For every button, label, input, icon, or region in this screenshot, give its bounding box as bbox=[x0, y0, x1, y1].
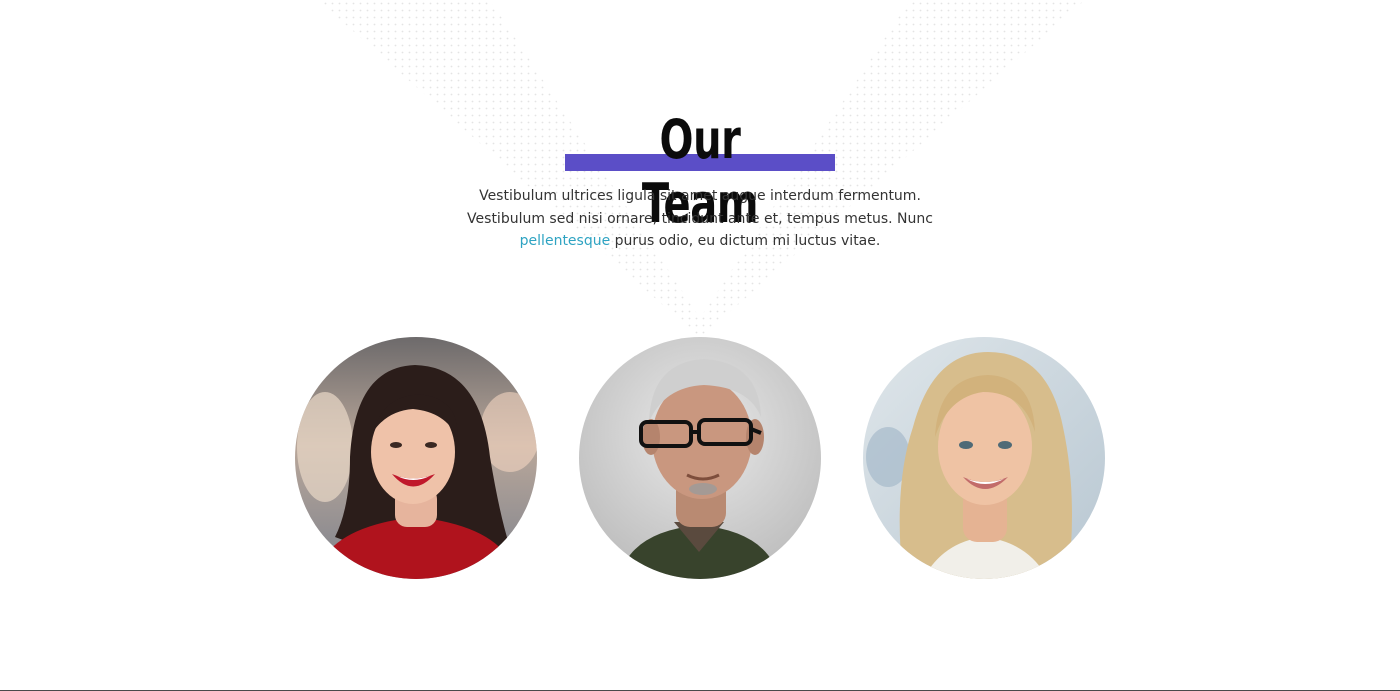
intro-link-pellentesque[interactable]: pellentesque bbox=[520, 233, 611, 249]
portrait-woman-blonde bbox=[863, 337, 1105, 579]
team-member-photo[interactable] bbox=[579, 337, 821, 579]
intro-text-start: Vestibulum ultrices ligula sit amet augu… bbox=[467, 188, 933, 227]
intro-text-end: purus odio, eu dictum mi luctus vitae. bbox=[610, 233, 881, 249]
portrait-man-glasses bbox=[579, 337, 821, 579]
team-member-photo[interactable] bbox=[295, 337, 537, 579]
section-heading-block: Our Team bbox=[565, 108, 835, 235]
section-intro: Vestibulum ultrices ligula sit amet augu… bbox=[440, 185, 960, 253]
team-member-photo[interactable] bbox=[863, 337, 1105, 579]
portrait-woman-red-sweater bbox=[295, 337, 537, 579]
